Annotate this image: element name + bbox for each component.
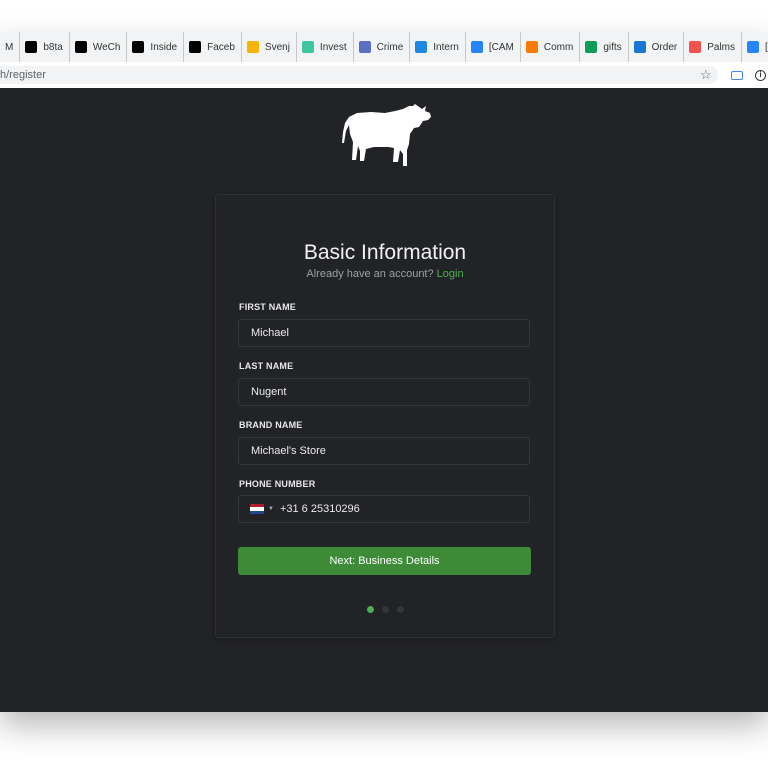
cow-logo-icon xyxy=(342,104,431,166)
info-icon[interactable]: i xyxy=(755,70,766,81)
bookmark-label: Crime xyxy=(376,41,404,53)
bookmark-item[interactable]: Palms xyxy=(684,32,743,62)
f-icon xyxy=(74,41,87,53)
browser-window: Mb8ta WeCh Inside Faceb Svenj Invest Crime Inte… xyxy=(0,32,768,712)
bookmark-item[interactable]: Inside xyxy=(127,32,185,62)
bookmark-item[interactable]: Crime xyxy=(354,32,411,62)
bookmark-label: Intern xyxy=(433,41,459,53)
bookmark-item[interactable]: gifts xyxy=(580,32,629,62)
last-name-label: LAST NAME xyxy=(239,361,294,371)
bookmark-star-icon[interactable]: ☆ xyxy=(700,66,712,84)
bookmark-item[interactable]: Order xyxy=(629,32,685,62)
b8ta-icon xyxy=(25,41,38,53)
phone-number-input[interactable]: +31 6 25310296 xyxy=(280,496,360,522)
inside-icon xyxy=(132,41,145,53)
url-text: h/register xyxy=(0,69,46,81)
bookmark-label: b8ta xyxy=(43,41,63,53)
page-title: Basic Information xyxy=(303,241,467,264)
bookmark-label: WeCh xyxy=(92,41,121,53)
palms-icon xyxy=(689,41,702,53)
sheets-icon xyxy=(585,41,598,53)
jira-icon xyxy=(470,41,483,53)
bookmark-item[interactable]: M xyxy=(0,32,21,62)
country-dropdown-caret-icon[interactable]: ▼ xyxy=(268,496,274,522)
bookmark-item[interactable]: Comm xyxy=(521,32,581,62)
leaf-icon xyxy=(301,41,314,53)
bookmark-label: Inside xyxy=(150,41,178,53)
bookmark-label: Faceb xyxy=(207,41,235,53)
bookmark-item[interactable]: Svenj xyxy=(242,32,297,62)
bolt-icon xyxy=(415,41,428,53)
bookmark-item[interactable]: [CAM xyxy=(742,32,768,62)
bookmark-item[interactable]: b8ta xyxy=(20,32,70,62)
bookmark-label: Svenj xyxy=(264,41,290,53)
brand-name-label: BRAND NAME xyxy=(239,420,303,430)
bookmark-label: Order xyxy=(651,41,678,53)
bookmark-label: Palms xyxy=(707,41,736,53)
first-name-label: FIRST NAME xyxy=(239,302,296,312)
login-prompt-text: Already have an account? xyxy=(306,268,434,280)
registration-card: Basic Information Already have an accoun… xyxy=(215,194,555,638)
step-dot xyxy=(366,606,374,613)
bookmark-item[interactable]: Intern xyxy=(410,32,466,62)
step-indicator xyxy=(216,600,554,618)
bookmark-item[interactable]: [CAM xyxy=(466,32,521,62)
dots-icon xyxy=(525,41,538,53)
brand-name-input[interactable]: Michael's Store xyxy=(238,437,530,465)
bookmark-label: M xyxy=(5,41,14,53)
bookmark-item[interactable]: WeCh xyxy=(70,32,128,62)
jira-icon xyxy=(747,41,760,53)
bookmark-label: Comm xyxy=(543,41,574,53)
address-bar[interactable]: h/register xyxy=(0,66,718,84)
login-link[interactable]: Login xyxy=(437,268,464,280)
address-bar-row: h/register ☆ i xyxy=(0,62,768,89)
step-dot xyxy=(381,606,389,613)
bookmark-item[interactable]: Faceb xyxy=(184,32,242,62)
globe-icon xyxy=(633,41,646,53)
phone-number-field: ▼ +31 6 25310296 xyxy=(238,495,530,523)
netherlands-flag-icon[interactable] xyxy=(250,504,264,514)
facebook-icon xyxy=(189,41,202,53)
register-page: Basic Information Already have an accoun… xyxy=(0,88,768,712)
first-name-input[interactable]: Michael xyxy=(238,319,530,347)
slides-icon xyxy=(246,41,259,53)
bookmark-label: [CAM xyxy=(488,41,514,53)
step-dot xyxy=(396,606,404,613)
last-name-input[interactable]: Nugent xyxy=(238,378,530,406)
bookmark-label: Invest xyxy=(319,41,347,53)
extension-icon[interactable] xyxy=(731,71,743,80)
bookmarks-bar: Mb8ta WeCh Inside Faceb Svenj Invest Crime Inte… xyxy=(0,32,768,62)
next-business-details-button[interactable]: Next: Business Details xyxy=(238,547,531,575)
bookmark-item[interactable]: Invest xyxy=(297,32,354,62)
phone-number-label: PHONE NUMBER xyxy=(239,479,316,489)
snowflake-icon xyxy=(358,41,371,53)
login-prompt: Already have an account? Login xyxy=(216,268,554,280)
bookmark-label: gifts xyxy=(603,41,622,53)
